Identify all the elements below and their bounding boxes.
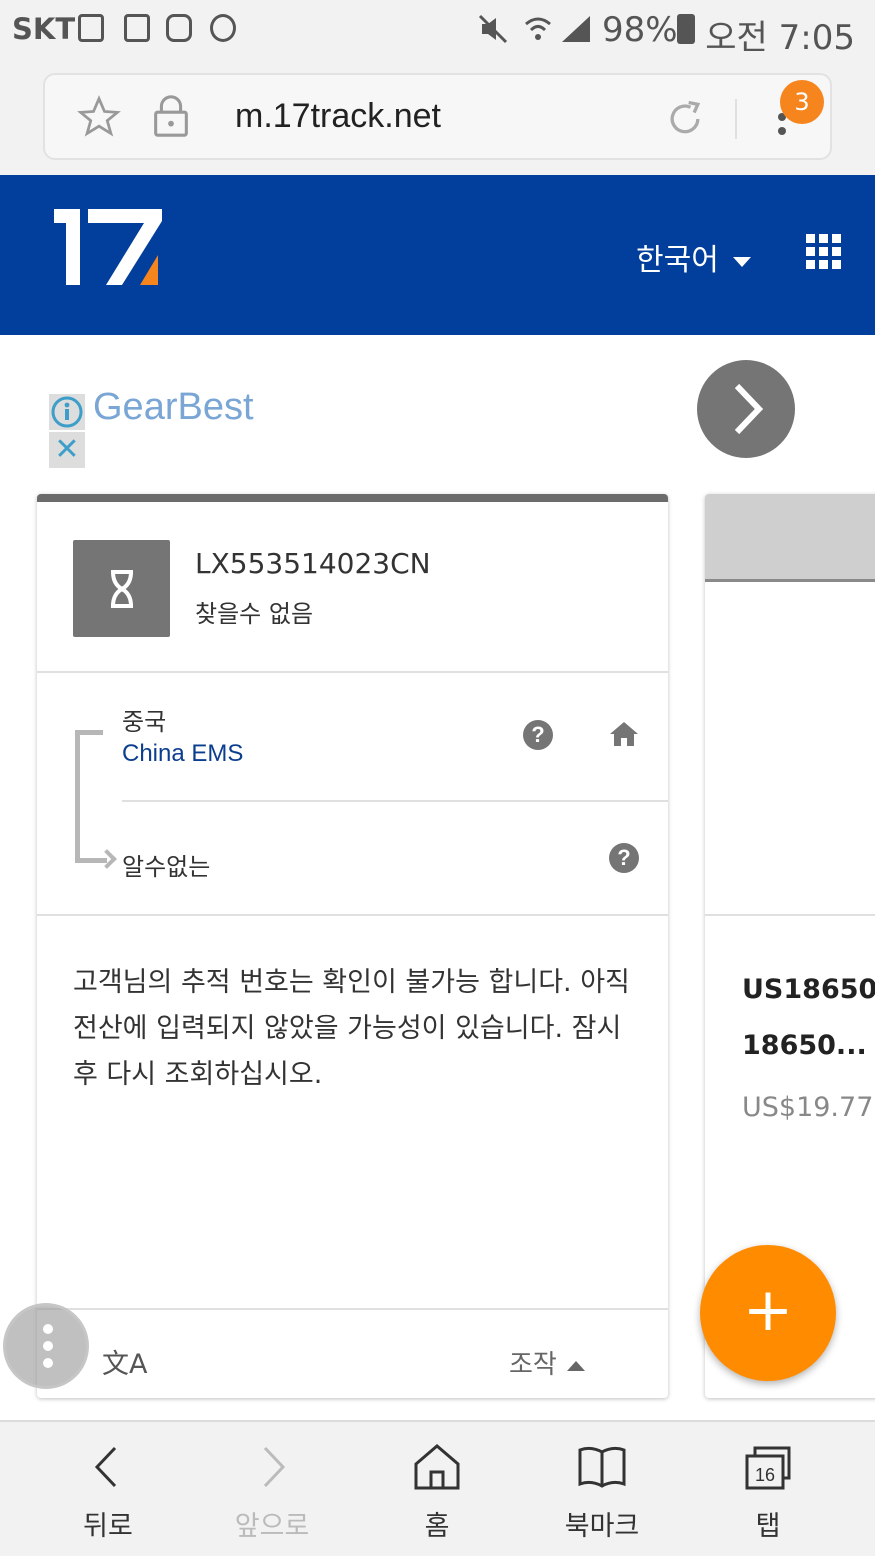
help-icon[interactable]: ? xyxy=(523,720,553,750)
chevron-right-icon xyxy=(734,383,764,435)
product-price: US$19.77 xyxy=(742,1092,874,1123)
apps-grid-icon[interactable] xyxy=(806,234,841,269)
nav-bookmarks[interactable]: 북마크 xyxy=(532,1422,672,1556)
product-image xyxy=(705,494,875,582)
nav-bookmarks-label: 북마크 xyxy=(564,1511,640,1542)
calendar-icon xyxy=(124,14,150,42)
actions-button[interactable]: 조작 xyxy=(509,1344,585,1381)
divider xyxy=(37,914,668,916)
divider xyxy=(705,914,875,916)
nav-forward[interactable]: 앞으로 xyxy=(202,1422,342,1556)
add-tracking-button[interactable]: + xyxy=(700,1245,836,1381)
gallery-icon xyxy=(78,14,104,42)
signal-icon xyxy=(562,16,590,42)
url-text[interactable]: m.17track.net xyxy=(235,97,441,136)
language-selector[interactable]: 한국어 xyxy=(636,235,751,279)
help-icon[interactable]: ? xyxy=(609,843,639,873)
tabs-icon: 16 xyxy=(745,1446,791,1490)
ad-close-icon[interactable]: ✕ xyxy=(49,432,85,468)
wifi-icon xyxy=(525,17,551,40)
browser-bottom-nav: 뒤로 앞으로 홈 북마크 16 탭 xyxy=(0,1420,875,1556)
caret-up-icon xyxy=(566,1360,585,1371)
ad-info-icon[interactable] xyxy=(49,394,85,430)
hourglass-icon xyxy=(73,540,170,637)
divider xyxy=(37,1308,668,1310)
toolbar-divider xyxy=(735,99,737,139)
route-line xyxy=(75,730,103,863)
destination-country: 알수없는 xyxy=(122,853,211,881)
language-label: 한국어 xyxy=(636,243,719,278)
divider xyxy=(122,800,668,802)
actions-label: 조작 xyxy=(509,1350,557,1380)
menu-dot xyxy=(778,127,786,135)
bookmark-book-icon xyxy=(578,1446,626,1488)
clock: 오전 7:05 xyxy=(705,18,855,58)
carrier-link[interactable]: China EMS xyxy=(122,740,243,768)
tracking-card: LX553514023CN 찾을수 없음 중국 China EMS ? 알수없는… xyxy=(37,494,668,1398)
floating-menu-button[interactable] xyxy=(3,1303,89,1389)
star-icon[interactable] xyxy=(77,95,121,139)
chevron-left-icon xyxy=(94,1446,117,1488)
tabs-count: 16 xyxy=(755,1465,775,1485)
carrier-label: SKT xyxy=(12,12,76,46)
translate-icon[interactable]: 文A xyxy=(102,1342,147,1381)
nav-tabs[interactable]: 16 탭 xyxy=(698,1422,838,1556)
status-message: 고객님의 추적 번호는 확인이 불가능 합니다. 아직 전산에 입력되지 않았을… xyxy=(73,967,630,1090)
nav-back[interactable]: 뒤로 xyxy=(38,1422,178,1556)
home-icon xyxy=(414,1444,460,1490)
17track-logo[interactable] xyxy=(50,205,170,300)
ad-next-button[interactable] xyxy=(697,360,795,458)
nav-forward-label: 앞으로 xyxy=(234,1511,310,1542)
home-icon[interactable] xyxy=(609,720,639,748)
status-bar: SKT 98% 오전 7:05 xyxy=(0,0,875,60)
battery-icon xyxy=(677,14,695,44)
nav-back-label: 뒤로 xyxy=(83,1511,133,1542)
origin-country: 중국 xyxy=(122,708,167,736)
site-header: 한국어 xyxy=(0,175,875,335)
battery-percent: 98% xyxy=(602,10,678,50)
nav-home-label: 홈 xyxy=(424,1511,450,1542)
tracking-number[interactable]: LX553514023CN xyxy=(195,547,431,580)
ad-brand[interactable]: GearBest xyxy=(93,386,254,429)
nav-tabs-label: 탭 xyxy=(755,1511,781,1542)
lock-icon xyxy=(154,95,188,137)
nav-home[interactable]: 홈 xyxy=(367,1422,507,1556)
more-menu-badge[interactable]: 3 xyxy=(780,80,824,124)
refresh-icon[interactable] xyxy=(663,97,707,141)
browser-toolbar: m.17track.net 3 xyxy=(0,60,875,175)
samsung-pay-icon xyxy=(166,14,192,42)
tracking-status: 찾을수 없음 xyxy=(195,600,314,628)
chevron-right-icon xyxy=(263,1446,286,1488)
product-name[interactable]: US18650 18650... xyxy=(742,962,875,1074)
chat-icon xyxy=(210,14,236,42)
address-bar[interactable]: m.17track.net 3 xyxy=(43,73,832,160)
divider xyxy=(37,671,668,673)
mute-icon xyxy=(478,14,508,44)
caret-down-icon xyxy=(732,256,751,267)
